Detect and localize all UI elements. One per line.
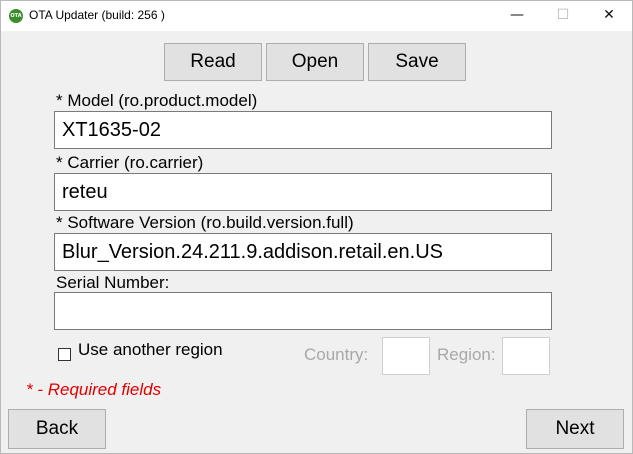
region-label: Region:	[437, 345, 496, 364]
read-button[interactable]: Read	[164, 43, 262, 81]
required-fields-note: * - Required fields	[26, 380, 162, 399]
serial-number-label: Serial Number:	[56, 273, 170, 292]
maximize-button[interactable]: ☐	[540, 1, 586, 31]
country-label: Country:	[304, 345, 369, 364]
carrier-label: * Carrier (ro.carrier)	[56, 153, 204, 172]
software-version-input[interactable]: Blur_Version.24.211.9.addison.retail.en.…	[54, 233, 552, 271]
window-title: OTA Updater (build: 256 )	[29, 8, 165, 22]
use-another-region-checkbox[interactable]	[58, 348, 71, 361]
model-input[interactable]: XT1635-02	[54, 111, 552, 149]
back-button[interactable]: Back	[8, 409, 106, 449]
next-button[interactable]: Next	[526, 409, 624, 449]
close-button[interactable]: ✕	[586, 1, 632, 31]
app-icon: OTA	[9, 9, 23, 23]
minimize-button[interactable]: —	[494, 1, 540, 31]
software-version-label: * Software Version (ro.build.version.ful…	[56, 213, 354, 232]
region-input[interactable]	[502, 337, 550, 375]
ota-updater-window: OTA OTA Updater (build: 256 ) — ☐ ✕ Read…	[0, 0, 633, 454]
country-input[interactable]	[382, 337, 430, 375]
model-label: * Model (ro.product.model)	[56, 91, 258, 110]
serial-number-input[interactable]	[54, 292, 552, 330]
save-button[interactable]: Save	[368, 43, 466, 81]
title-bar: OTA OTA Updater (build: 256 ) — ☐ ✕	[1, 1, 632, 31]
carrier-input[interactable]: reteu	[54, 173, 552, 211]
open-button[interactable]: Open	[266, 43, 364, 81]
use-another-region-label[interactable]: Use another region	[78, 340, 223, 360]
